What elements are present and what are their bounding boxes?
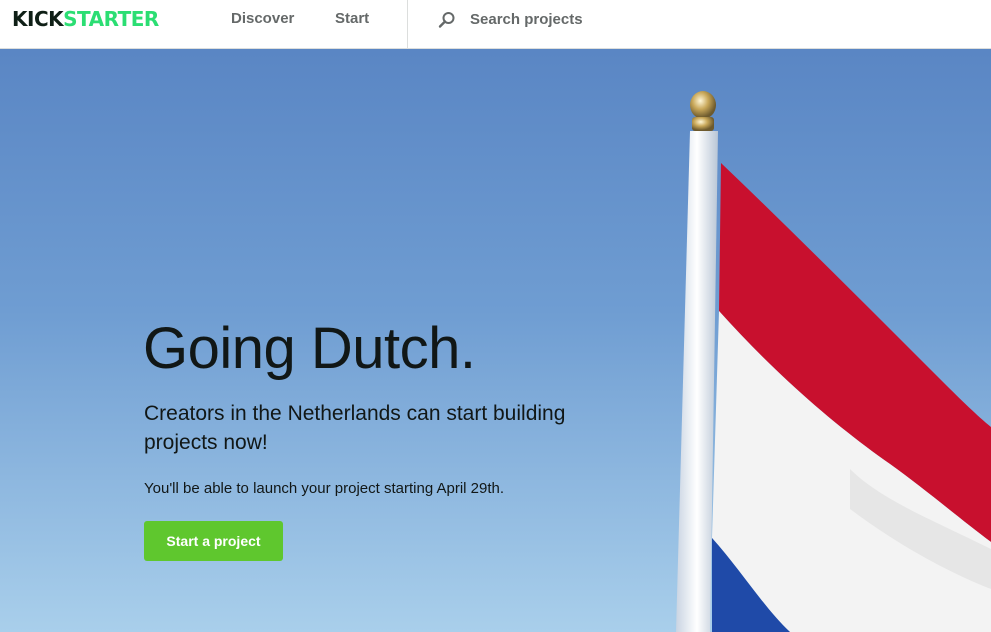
site-header: KICKSTARTER Discover Start (0, 0, 991, 49)
search-input[interactable] (462, 6, 762, 32)
logo-starter: STARTER (63, 7, 159, 31)
start-project-button[interactable]: Start a project (144, 521, 283, 561)
search-icon[interactable] (438, 11, 456, 29)
hero-subtitle: Creators in the Netherlands can start bu… (144, 402, 566, 454)
nav-start-link[interactable]: Start (335, 10, 369, 28)
nav-discover-link[interactable]: Discover (231, 10, 294, 28)
header-divider (407, 0, 408, 48)
hero-title: Going Dutch. (143, 316, 476, 381)
logo-kick: KICK (12, 7, 64, 31)
kickstarter-logo[interactable]: KICKSTARTER (12, 6, 159, 32)
hero-banner: Going Dutch. Creators in the Netherlands… (0, 49, 991, 632)
hero-launch-note: You'll be able to launch your project st… (144, 480, 505, 497)
